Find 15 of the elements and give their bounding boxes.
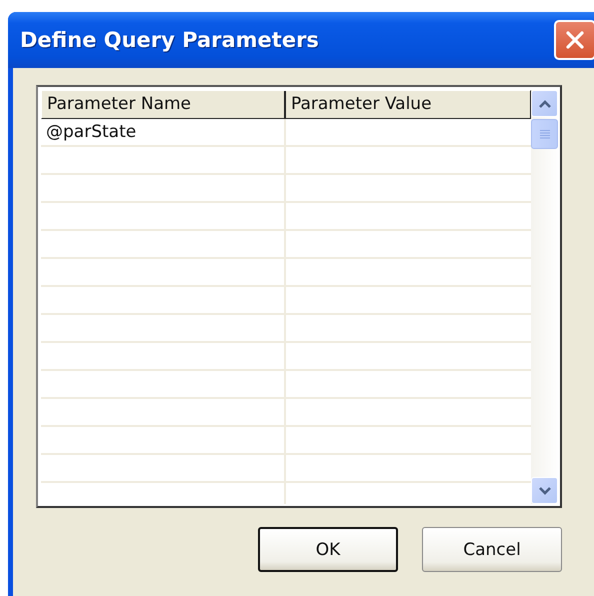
- close-icon: [564, 29, 586, 51]
- column-header[interactable]: Parameter Value: [286, 91, 530, 118]
- scroll-thumb[interactable]: [531, 119, 558, 149]
- window-title: Define Query Parameters: [20, 28, 320, 52]
- chevron-down-icon: [538, 486, 552, 496]
- table-cell[interactable]: @parState: [46, 122, 136, 142]
- close-button[interactable]: [554, 20, 594, 60]
- scroll-down-button[interactable]: [531, 477, 558, 504]
- scroll-up-button[interactable]: [531, 90, 558, 117]
- cancel-button[interactable]: Cancel: [422, 527, 562, 572]
- scrollbar[interactable]: [531, 90, 558, 504]
- chevron-up-icon: [538, 98, 552, 108]
- grip-icon: [538, 129, 550, 139]
- ok-button[interactable]: OK: [258, 527, 398, 572]
- column-header[interactable]: Parameter Name: [42, 91, 286, 118]
